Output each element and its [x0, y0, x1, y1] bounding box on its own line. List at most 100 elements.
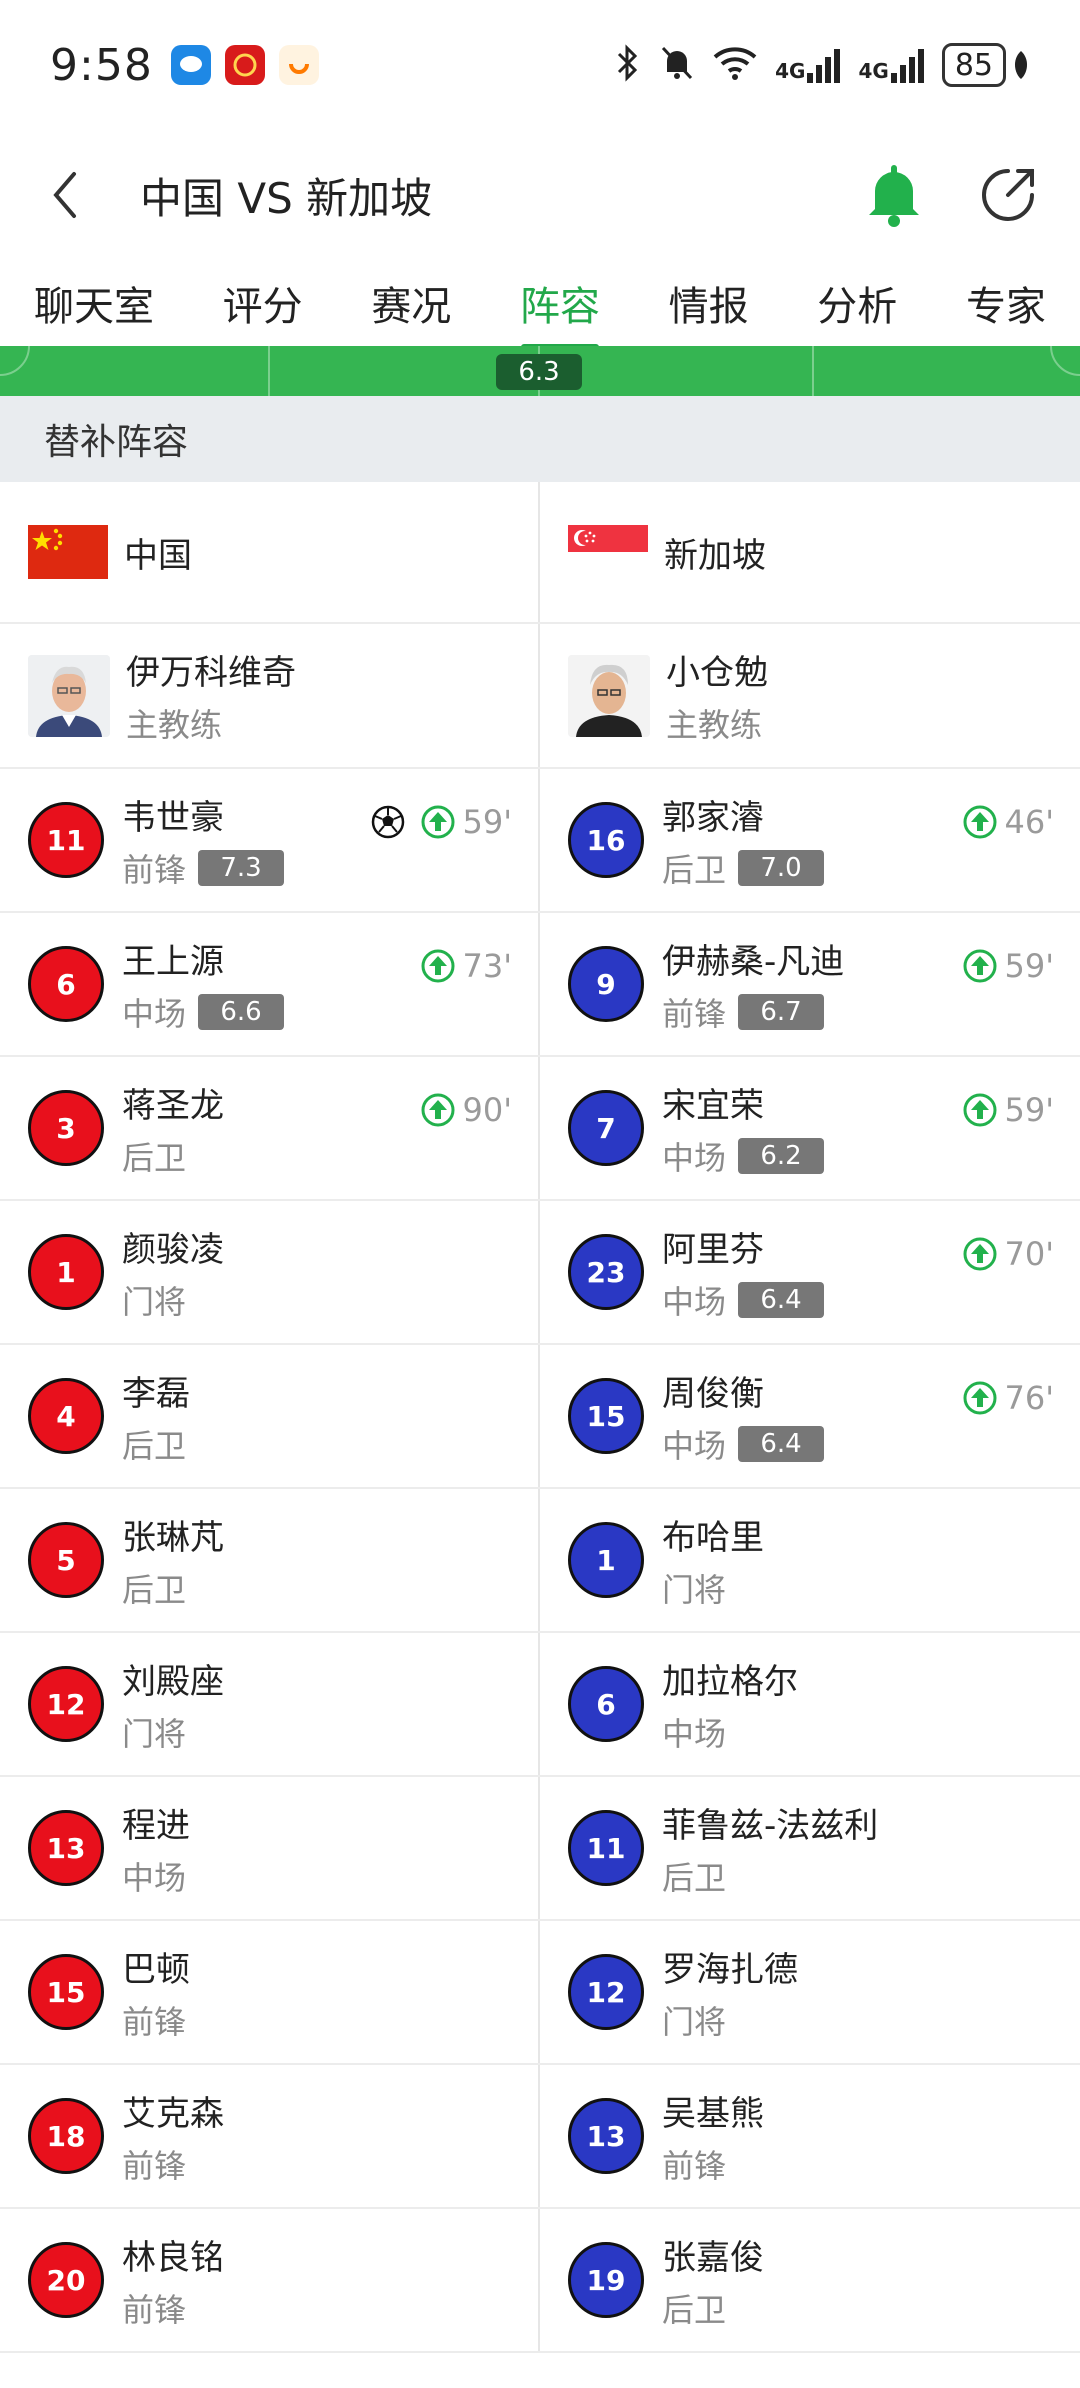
sub-minute: 90' [462, 1091, 512, 1129]
player-name: 吴基熊 [662, 2093, 764, 2134]
away-team[interactable]: 新加坡 [540, 482, 1080, 622]
jersey-number-badge: 4 [28, 1378, 104, 1454]
player-position: 后卫 [122, 1138, 187, 1177]
wifi-icon [713, 45, 757, 85]
leaf-icon [1014, 51, 1028, 79]
home-coach[interactable]: 伊万科维奇 主教练 [0, 624, 540, 767]
player-rating-badge: 6.4 [738, 1281, 825, 1318]
table-row: 12 刘殿座 门将 6 加拉格尔 中场 [0, 1633, 1080, 1777]
tab-bar: 聊天室 评分 赛况 阵容 情报 分析 专家 [0, 255, 1080, 350]
page-title: 中国 VS 新加坡 [140, 173, 433, 223]
player-rating-badge: 6.4 [738, 1425, 825, 1462]
back-arrow-icon [53, 172, 76, 218]
tab-analysis[interactable]: 分析 [797, 255, 917, 350]
player-cell[interactable]: 5 张琳芃 后卫 [0, 1489, 540, 1631]
player-name: 罗海扎德 [662, 1949, 798, 1990]
section-title: 替补阵容 [0, 396, 1080, 482]
player-events: 59' [962, 1091, 1054, 1129]
jersey-number-badge: 6 [28, 946, 104, 1022]
table-row: 13 程进 中场 11 菲鲁兹-法兹利 后卫 [0, 1777, 1080, 1921]
sub-minute: 73' [462, 947, 512, 985]
tab-experts[interactable]: 专家 [946, 255, 1066, 350]
bank-app-icon [224, 45, 265, 85]
sub-in-arrow-icon [421, 949, 455, 983]
mute-bell-icon [659, 44, 695, 86]
player-cell[interactable]: 15 巴顿 前锋 [0, 1921, 540, 2063]
sub-in-arrow-icon [421, 1093, 455, 1127]
player-position: 中场 [122, 1858, 187, 1897]
player-cell[interactable]: 12 罗海扎德 门将 [540, 1921, 1080, 2063]
player-events: 73' [420, 947, 512, 985]
home-coach-avatar [28, 654, 110, 737]
sub-in-arrow-icon [963, 1237, 997, 1271]
player-name: 郭家濬 [662, 797, 764, 838]
notification-bell-button[interactable] [862, 163, 926, 227]
jersey-number-badge: 1 [568, 1522, 644, 1598]
player-cell[interactable]: 4 李磊 后卫 [0, 1345, 540, 1487]
player-cell[interactable]: 13 吴基熊 前锋 [540, 2065, 1080, 2207]
player-position: 前锋 [122, 2146, 187, 2185]
player-cell[interactable]: 6 王上源 中场 6.6 73' [0, 913, 540, 1055]
player-name: 程进 [122, 1805, 190, 1846]
tab-live[interactable]: 赛况 [351, 255, 471, 350]
home-coach-name: 伊万科维奇 [126, 653, 296, 693]
player-name: 王上源 [122, 941, 224, 982]
player-position: 前锋 [122, 2290, 187, 2329]
player-cell[interactable]: 16 郭家濬 后卫 7.0 46' [540, 769, 1080, 911]
sub-minute: 76' [1004, 1379, 1054, 1417]
home-team[interactable]: 中国 [0, 482, 540, 622]
player-cell[interactable]: 20 林良铭 前锋 [0, 2209, 540, 2351]
player-cell[interactable]: 18 艾克森 前锋 [0, 2065, 540, 2207]
player-cell[interactable]: 11 韦世豪 前锋 7.3 59' [0, 769, 540, 911]
player-cell[interactable]: 7 宋宜荣 中场 6.2 59' [540, 1057, 1080, 1199]
player-cell[interactable]: 13 程进 中场 [0, 1777, 540, 1919]
status-bar: 9:58 4G 4G 85 [0, 0, 1080, 130]
player-cell[interactable]: 1 颜骏凌 门将 [0, 1201, 540, 1343]
away-coach[interactable]: 小仓勉 主教练 [540, 624, 1080, 767]
player-position: 后卫 [122, 1570, 187, 1609]
sub-minute: 70' [1004, 1235, 1054, 1273]
player-cell[interactable]: 12 刘殿座 门将 [0, 1633, 540, 1775]
goal-ball-icon [372, 805, 405, 839]
singapore-flag-icon [568, 525, 648, 579]
tab-intel[interactable]: 情报 [649, 255, 769, 350]
sub-minute: 59' [1004, 947, 1054, 985]
jersey-number-badge: 23 [568, 1234, 644, 1310]
player-cell[interactable]: 23 阿里芬 中场 6.4 70' [540, 1201, 1080, 1343]
share-button[interactable] [976, 163, 1040, 227]
tab-chat[interactable]: 聊天室 [14, 255, 174, 350]
player-position: 门将 [122, 1282, 187, 1321]
player-position: 前锋 [662, 2146, 727, 2185]
player-position: 门将 [662, 1570, 727, 1609]
jersey-number-badge: 15 [568, 1378, 644, 1454]
jersey-number-badge: 9 [568, 946, 644, 1022]
back-button[interactable] [40, 165, 90, 225]
player-name: 宋宜荣 [662, 1085, 764, 1126]
bluetooth-icon [615, 44, 641, 86]
player-cell[interactable]: 11 菲鲁兹-法兹利 后卫 [540, 1777, 1080, 1919]
jersey-number-badge: 6 [568, 1666, 644, 1742]
sub-minute: 46' [1004, 803, 1054, 841]
player-name: 伊赫桑-凡迪 [662, 941, 845, 982]
player-cell[interactable]: 19 张嘉俊 后卫 [540, 2209, 1080, 2351]
player-name: 蒋圣龙 [122, 1085, 224, 1126]
player-cell[interactable]: 1 布哈里 门将 [540, 1489, 1080, 1631]
jersey-number-badge: 11 [28, 802, 104, 878]
tab-lineup[interactable]: 阵容 [500, 255, 620, 350]
player-cell[interactable]: 9 伊赫桑-凡迪 前锋 6.7 59' [540, 913, 1080, 1055]
tab-ratings[interactable]: 评分 [203, 255, 323, 350]
player-cell[interactable]: 3 蒋圣龙 后卫 90' [0, 1057, 540, 1199]
player-name: 加拉格尔 [662, 1661, 798, 1702]
sub-in-arrow-icon [963, 1381, 997, 1415]
sub-in-arrow-icon [963, 805, 997, 839]
jersey-number-badge: 12 [568, 1954, 644, 2030]
pitch-strip: 6.3 [0, 346, 1080, 396]
player-position: 门将 [122, 1714, 187, 1753]
player-position: 前锋 [662, 994, 727, 1033]
away-team-name: 新加坡 [664, 535, 766, 576]
player-events: 59' [962, 947, 1054, 985]
player-position: 后卫 [662, 1858, 727, 1897]
player-name: 林良铭 [122, 2237, 224, 2278]
player-cell[interactable]: 6 加拉格尔 中场 [540, 1633, 1080, 1775]
player-cell[interactable]: 15 周俊衡 中场 6.4 76' [540, 1345, 1080, 1487]
